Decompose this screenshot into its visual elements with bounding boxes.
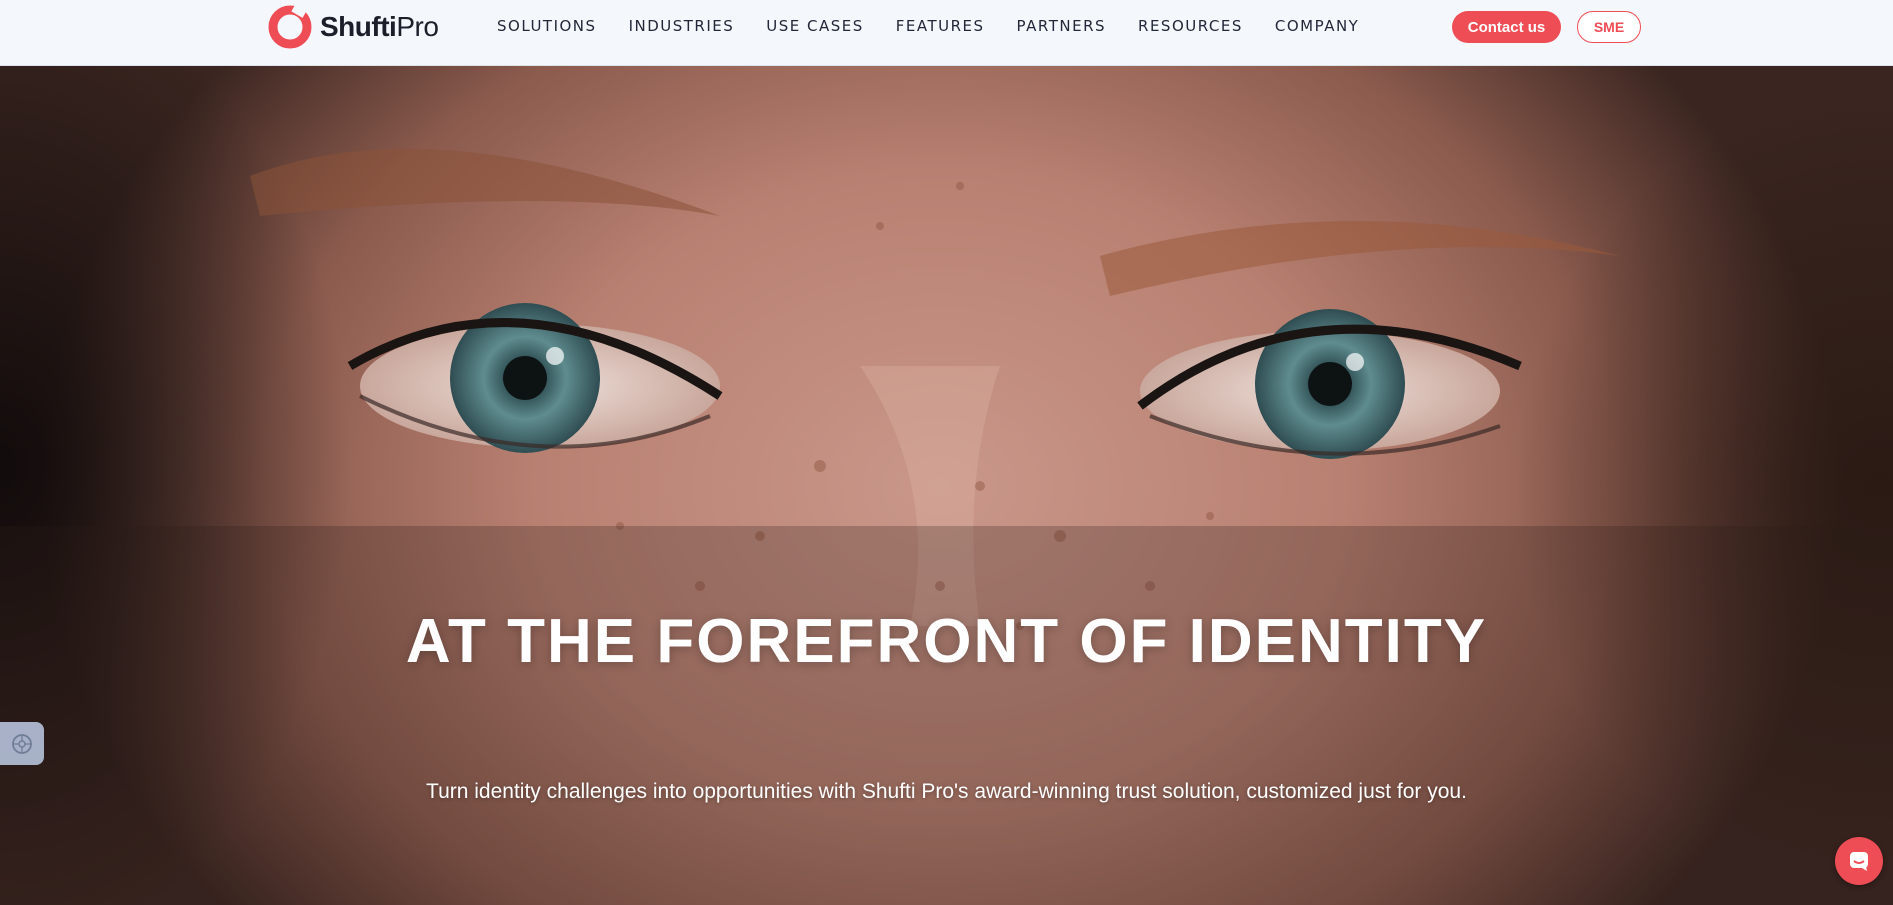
nav-partners[interactable]: PARTNERS bbox=[1017, 17, 1106, 35]
logo[interactable]: ShuftiPro bbox=[266, 2, 439, 52]
hero-subtitle: Turn identity challenges into opportunit… bbox=[426, 780, 1467, 803]
hero-title: AT THE FOREFRONT OF IDENTITY bbox=[405, 607, 1488, 676]
nav-company[interactable]: COMPANY bbox=[1275, 17, 1359, 35]
logo-text-bold: Shufti bbox=[320, 11, 397, 42]
site-header: ShuftiPro SOLUTIONS INDUSTRIES USE CASES… bbox=[0, 0, 1893, 66]
shufti-logo-icon bbox=[268, 3, 312, 49]
main-nav: SOLUTIONS INDUSTRIES USE CASES FEATURES … bbox=[497, 17, 1391, 35]
sme-button[interactable]: SME bbox=[1577, 11, 1641, 43]
logo-text: ShuftiPro bbox=[320, 11, 439, 43]
contact-us-button[interactable]: Contact us bbox=[1452, 11, 1561, 43]
nav-resources[interactable]: RESOURCES bbox=[1138, 17, 1243, 35]
hero-section: AT THE FOREFRONT OF IDENTITY Turn identi… bbox=[0, 66, 1893, 905]
accessibility-widget[interactable] bbox=[0, 722, 44, 765]
accessibility-icon bbox=[12, 733, 32, 754]
nav-solutions[interactable]: SOLUTIONS bbox=[497, 17, 597, 35]
nav-use-cases[interactable]: USE CASES bbox=[766, 17, 864, 35]
logo-text-light: Pro bbox=[396, 11, 439, 42]
nav-features[interactable]: FEATURES bbox=[896, 17, 985, 35]
chat-launcher-button[interactable] bbox=[1835, 837, 1883, 885]
chat-icon bbox=[1850, 852, 1868, 871]
nav-industries[interactable]: INDUSTRIES bbox=[629, 17, 735, 35]
